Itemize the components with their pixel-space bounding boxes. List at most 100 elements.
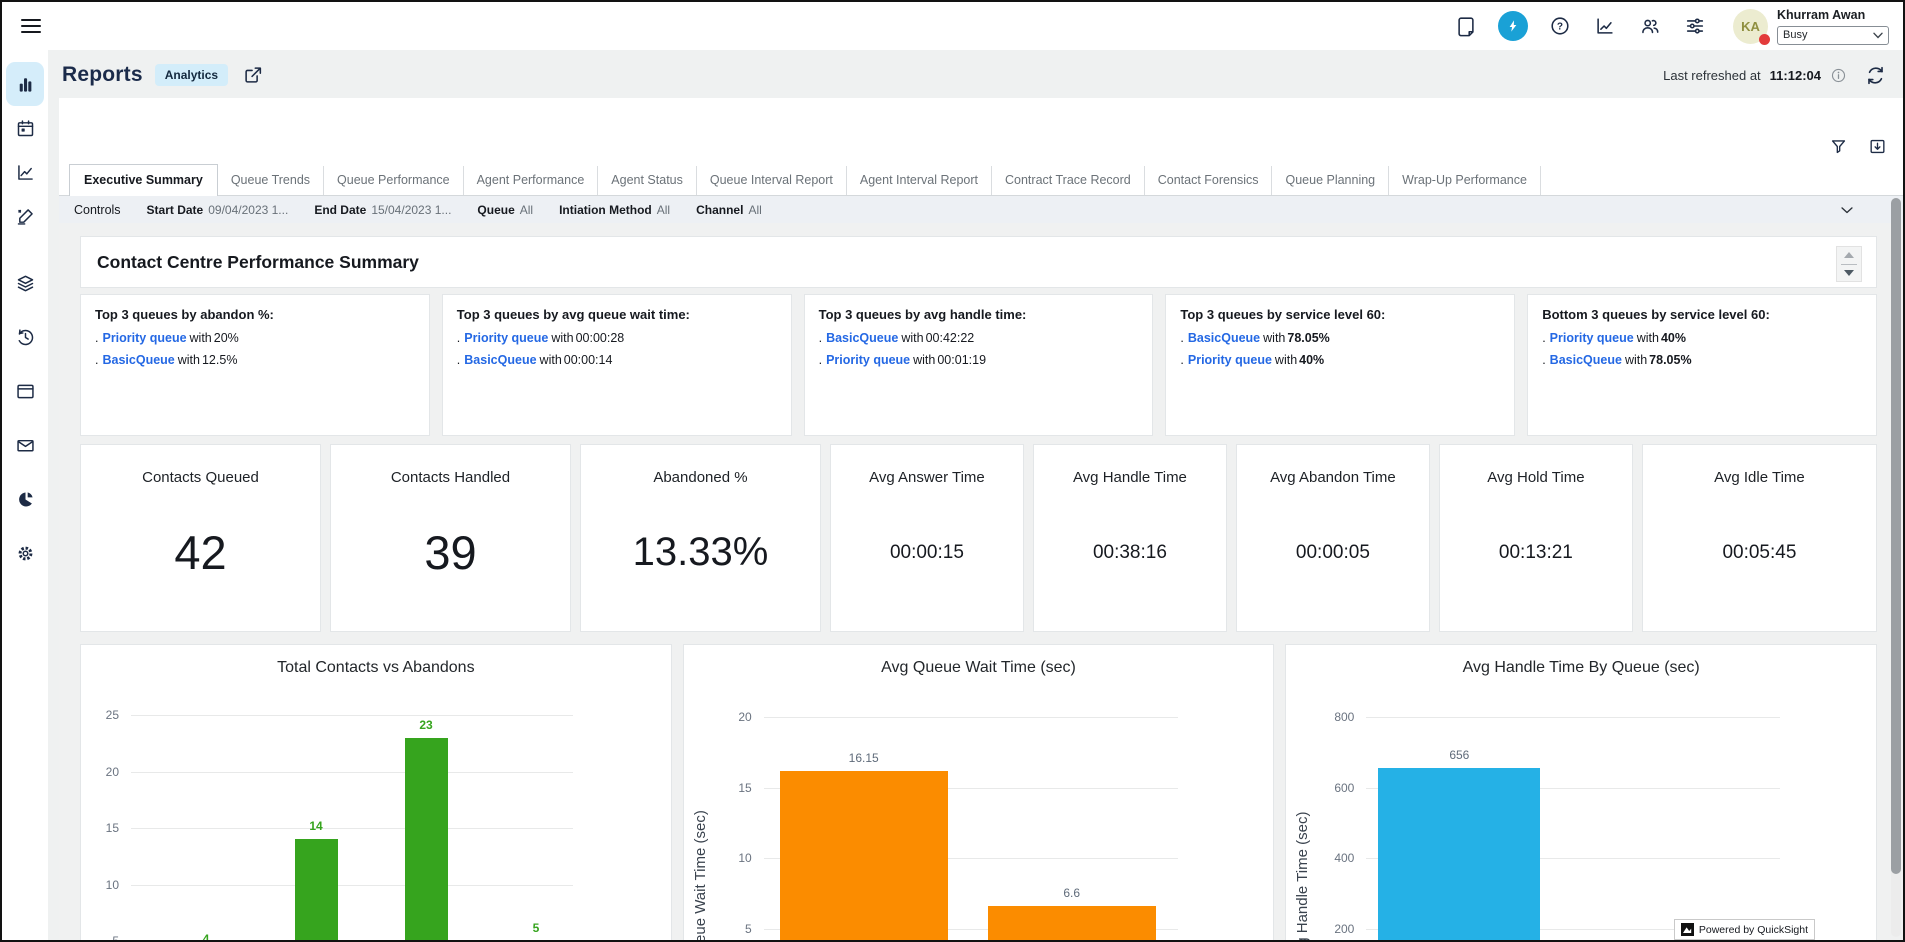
insight-title: Bottom 3 queues by service level 60: xyxy=(1542,307,1862,322)
hamburger-icon xyxy=(20,17,42,35)
queue-link[interactable]: Priority queue xyxy=(826,353,910,367)
spinner-up-icon[interactable] xyxy=(1844,252,1854,258)
quick-actions-button[interactable] xyxy=(1498,11,1528,41)
line-chart-icon xyxy=(1594,15,1616,37)
status-select[interactable]: Busy xyxy=(1777,26,1889,45)
queue-link[interactable]: BasicQueue xyxy=(1550,353,1622,367)
tab-queue-interval-report[interactable]: Queue Interval Report xyxy=(697,166,847,196)
metrics-line-icon xyxy=(15,162,36,183)
tab-wrap-up-performance[interactable]: Wrap-Up Performance xyxy=(1389,166,1541,196)
queue-link[interactable]: Priority queue xyxy=(1188,353,1272,367)
bar-total-contacts[interactable] xyxy=(405,738,448,940)
tab-contact-forensics[interactable]: Contact Forensics xyxy=(1145,166,1273,196)
status-value: Busy xyxy=(1783,29,1807,41)
filter-end-date[interactable]: End Date15/04/2023 1... xyxy=(314,203,451,217)
queue-link[interactable]: BasicQueue xyxy=(464,353,536,367)
export-button[interactable] xyxy=(1868,137,1887,156)
sidebar-item-analytics[interactable] xyxy=(6,472,44,526)
notepad-button[interactable] xyxy=(1453,13,1479,39)
user-menu[interactable]: KA Khurram Awan Busy xyxy=(1733,8,1889,45)
tab-agent-performance[interactable]: Agent Performance xyxy=(464,166,599,196)
stat-value: 78.05% xyxy=(1649,353,1691,367)
bullet: . xyxy=(95,353,98,367)
tab-queue-performance[interactable]: Queue Performance xyxy=(324,166,464,196)
gridline xyxy=(131,885,573,886)
tab-executive-summary[interactable]: Executive Summary xyxy=(69,164,218,197)
bar-value-label: 14 xyxy=(281,819,351,833)
kpi-value: 39 xyxy=(424,474,476,631)
tab-contract-trace-record[interactable]: Contract Trace Record xyxy=(992,166,1145,196)
last-refreshed-label: Last refreshed at xyxy=(1663,68,1761,83)
filter-value: All xyxy=(657,203,670,217)
summary-title-card: Contact Centre Performance Summary xyxy=(80,236,1877,288)
chart-total-contacts-vs-abandons: Total Contacts vs Abandons 2520151054142… xyxy=(80,644,672,940)
tab-agent-status[interactable]: Agent Status xyxy=(598,166,697,196)
y-tick-label: 600 xyxy=(1314,781,1354,795)
tab-queue-trends[interactable]: Queue Trends xyxy=(218,166,324,196)
bar-total-contacts[interactable] xyxy=(295,839,338,940)
filter-button[interactable] xyxy=(1829,137,1848,156)
controls-label: Controls xyxy=(74,203,121,217)
queue-link[interactable]: Priority queue xyxy=(464,331,548,345)
kpi-avg-hold-time: Avg Hold Time 00:13:21 xyxy=(1439,444,1633,632)
list-item: .BasicQueuewith78.05% xyxy=(1542,353,1862,367)
gridline xyxy=(131,828,573,829)
sidebar-item-designer[interactable] xyxy=(6,194,44,238)
top-bar: ? KA xyxy=(2,2,1903,50)
bar-chart-plot: 2520151054142353 xyxy=(81,645,671,940)
filter-start-date[interactable]: Start Date09/04/2023 1... xyxy=(147,203,289,217)
bar-value-label: 656 xyxy=(1424,748,1494,762)
notepad-icon xyxy=(1455,15,1477,37)
preferences-button[interactable] xyxy=(1682,13,1708,39)
sidebar-item-calendar[interactable] xyxy=(6,106,44,150)
lightning-icon xyxy=(1505,18,1521,34)
gridline xyxy=(1366,717,1780,718)
info-icon[interactable] xyxy=(1830,67,1847,84)
filter-channel[interactable]: ChannelAll xyxy=(696,203,762,217)
queue-link[interactable]: Priority queue xyxy=(1550,331,1634,345)
metrics-button[interactable] xyxy=(1592,13,1618,39)
bullet: . xyxy=(95,331,98,345)
gear-icon xyxy=(15,543,36,564)
conjunction-text: with xyxy=(1275,353,1297,367)
agents-button[interactable] xyxy=(1637,13,1663,39)
help-button[interactable]: ? xyxy=(1547,13,1573,39)
bar-avg-queue-wait-time[interactable] xyxy=(780,771,948,940)
chart-avg-queue-wait-time: Avg Queue Wait Time (sec) 201510516.156.… xyxy=(683,644,1275,940)
external-link-icon xyxy=(242,64,264,86)
sidebar-item-history[interactable] xyxy=(6,310,44,364)
tab-queue-planning[interactable]: Queue Planning xyxy=(1272,166,1389,196)
sidebar-item-reports[interactable] xyxy=(6,62,44,106)
queue-link[interactable]: BasicQueue xyxy=(102,353,174,367)
filter-initiation-method[interactable]: Intiation MethodAll xyxy=(559,203,670,217)
filter-value: All xyxy=(748,203,761,217)
stat-value: 00:42:22 xyxy=(926,331,975,345)
sidebar-item-window[interactable] xyxy=(6,364,44,418)
scrollbar-track[interactable] xyxy=(1891,198,1901,937)
collapse-controls-button[interactable] xyxy=(1837,200,1857,220)
sliders-icon xyxy=(1684,15,1706,37)
filter-queue[interactable]: QueueAll xyxy=(477,203,533,217)
bar-avg-handle-time[interactable] xyxy=(1378,768,1540,940)
open-external-button[interactable] xyxy=(242,64,264,86)
queue-link[interactable]: BasicQueue xyxy=(826,331,898,345)
calendar-icon xyxy=(15,118,36,139)
refresh-button[interactable] xyxy=(1864,64,1887,87)
sidebar-item-layers[interactable] xyxy=(6,256,44,310)
scrollbar-thumb[interactable] xyxy=(1891,198,1901,874)
sidebar-item-metrics[interactable] xyxy=(6,150,44,194)
sidebar-item-mail[interactable] xyxy=(6,418,44,472)
spinner-down-icon[interactable] xyxy=(1844,270,1854,276)
menu-button[interactable] xyxy=(18,13,44,39)
sidebar-item-settings[interactable] xyxy=(6,526,44,580)
queue-link[interactable]: BasicQueue xyxy=(1188,331,1260,345)
conjunction-text: with xyxy=(178,353,200,367)
y-tick-label: 10 xyxy=(712,851,752,865)
tab-agent-interval-report[interactable]: Agent Interval Report xyxy=(847,166,992,196)
widget-spinner[interactable] xyxy=(1836,246,1862,282)
reports-panel: Executive Summary Queue Trends Queue Per… xyxy=(59,98,1903,940)
bar-avg-queue-wait-time[interactable] xyxy=(988,906,1156,940)
queue-link[interactable]: Priority queue xyxy=(102,331,186,345)
bullet: . xyxy=(1180,353,1183,367)
insight-title: Top 3 queues by service level 60: xyxy=(1180,307,1500,322)
